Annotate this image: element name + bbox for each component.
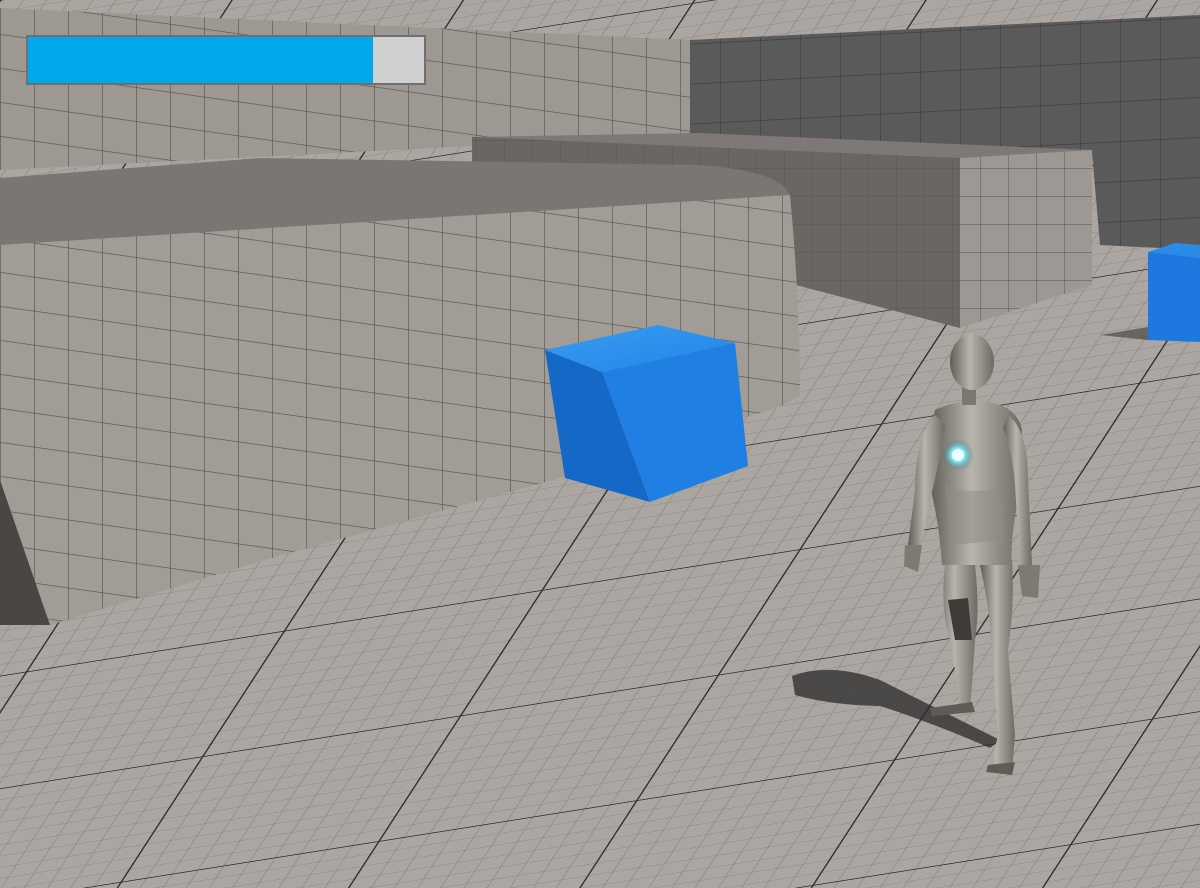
- blue-cube-near: [545, 325, 748, 502]
- health-bar-fill: [28, 37, 373, 83]
- game-viewport[interactable]: [0, 0, 1200, 888]
- health-bar: [26, 35, 426, 85]
- game-scene: [0, 0, 1200, 888]
